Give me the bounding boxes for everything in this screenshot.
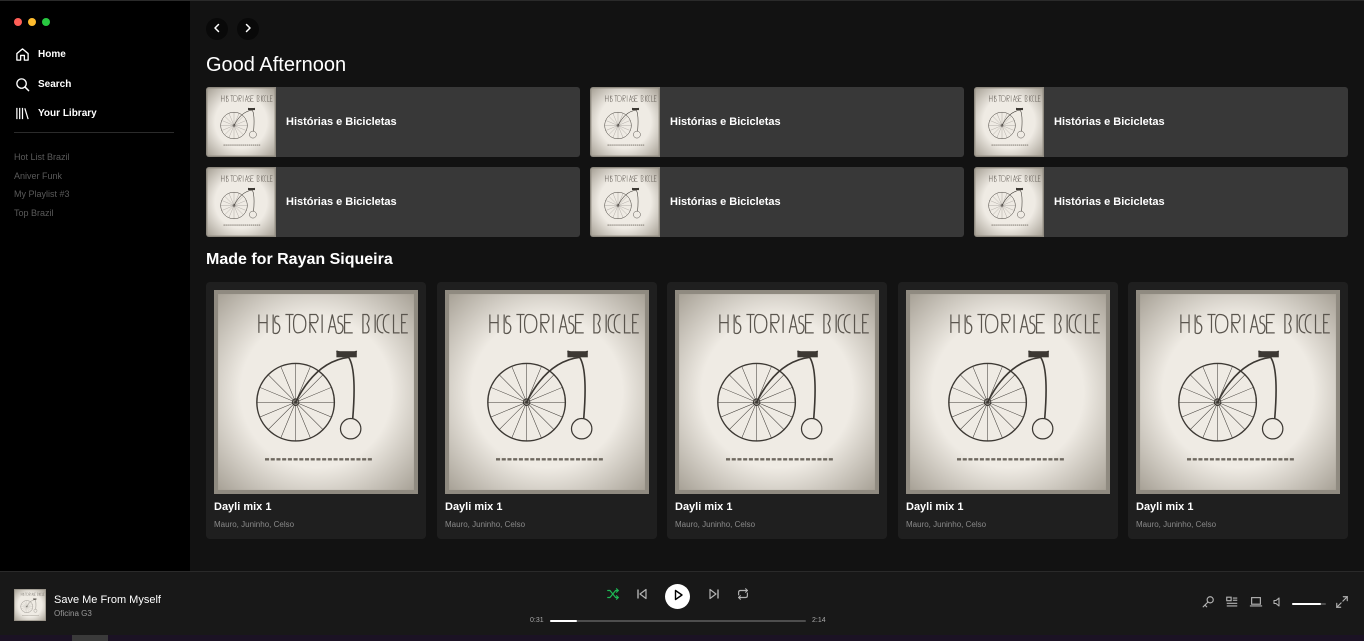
window-controls [14, 18, 50, 26]
album-cover [1136, 290, 1340, 494]
search-icon [14, 76, 30, 92]
repeat-icon [736, 587, 750, 606]
repeat-button[interactable] [734, 587, 752, 605]
sidebar-item-library[interactable]: Your Library [14, 99, 184, 129]
library-icon [14, 106, 30, 122]
back-button[interactable] [206, 18, 228, 40]
close-window-button[interactable] [14, 18, 22, 26]
album-cover [214, 290, 418, 494]
sidebar: Home Search Your Library Hot List Brazil… [0, 0, 190, 571]
sidebar-item-home[interactable]: Home [14, 40, 184, 70]
shortcut-title: Histórias e Bicicletas [670, 116, 781, 128]
main-content: Good Afternoon Histórias e Bicicletas Hi… [190, 0, 1364, 571]
next-icon [708, 587, 720, 605]
progress-fill [550, 620, 577, 622]
sidebar-item-label: Your Library [38, 108, 97, 120]
elapsed-time: 0:31 [530, 617, 544, 624]
section-title: Made for Rayan Siqueira [206, 251, 393, 268]
play-button[interactable] [665, 584, 690, 609]
sidebar-divider [14, 132, 174, 133]
player-bar: Save Me From Myself Oficina G3 0:31 2:14 [0, 571, 1364, 641]
playlist-list: Hot List Brazil Aniver Funk My Playlist … [14, 150, 70, 224]
page-title: Good Afternoon [206, 54, 347, 76]
album-cover [590, 167, 660, 237]
shortcut-card[interactable]: Histórias e Bicicletas [974, 167, 1348, 237]
sidebar-item-label: Home [38, 49, 66, 61]
shuffle-icon [606, 587, 620, 606]
queue-button[interactable] [1224, 596, 1240, 612]
shortcut-title: Histórias e Bicicletas [286, 196, 397, 208]
fullscreen-icon [1335, 595, 1349, 614]
sidebar-item-label: Search [38, 78, 72, 90]
playlist-item[interactable]: Hot List Brazil [14, 150, 70, 169]
home-icon [14, 47, 30, 63]
queue-icon [1225, 595, 1239, 614]
album-cover [445, 290, 649, 494]
taskbar-strip [0, 635, 1364, 641]
mix-card[interactable]: Dayli mix 1 Mauro, Juninho, Celso [898, 282, 1118, 539]
shortcut-card[interactable]: Histórias e Bicicletas [974, 87, 1348, 157]
card-subtitle: Mauro, Juninho, Celso [675, 520, 756, 529]
now-playing-artist[interactable]: Oficina G3 [54, 609, 92, 618]
shortcut-card[interactable]: Histórias e Bicicletas [590, 167, 964, 237]
minimize-window-button[interactable] [28, 18, 36, 26]
now-playing-cover[interactable] [14, 589, 46, 621]
playlist-item[interactable]: Top Brazil [14, 206, 70, 225]
album-cover [906, 290, 1110, 494]
device-icon [1249, 595, 1263, 614]
playlist-item[interactable]: Aniver Funk [14, 169, 70, 188]
mix-card[interactable]: Dayli mix 1 Mauro, Juninho, Celso [1128, 282, 1348, 539]
playlist-item[interactable]: My Playlist #3 [14, 187, 70, 206]
chevron-left-icon [212, 20, 222, 38]
sidebar-item-search[interactable]: Search [14, 70, 184, 100]
card-title: Dayli mix 1 [906, 501, 964, 513]
fullscreen-button[interactable] [1334, 595, 1350, 614]
album-cover [590, 87, 660, 157]
progress-bar[interactable] [550, 620, 806, 622]
card-subtitle: Mauro, Juninho, Celso [445, 520, 526, 529]
mix-card[interactable]: Dayli mix 1 Mauro, Juninho, Celso [667, 282, 887, 539]
connect-device-button[interactable] [1248, 596, 1264, 612]
album-cover [974, 167, 1044, 237]
play-icon [672, 588, 684, 606]
shuffle-button[interactable] [604, 587, 622, 605]
shortcut-title: Histórias e Bicicletas [286, 116, 397, 128]
previous-button[interactable] [633, 587, 651, 605]
next-button[interactable] [705, 587, 723, 605]
album-cover [206, 167, 276, 237]
card-subtitle: Mauro, Juninho, Celso [906, 520, 987, 529]
album-cover [206, 87, 276, 157]
app-window: Home Search Your Library Hot List Brazil… [0, 0, 1364, 641]
lyrics-button[interactable] [1200, 595, 1216, 614]
mix-card[interactable]: Dayli mix 1 Mauro, Juninho, Celso [206, 282, 426, 539]
shortcut-title: Histórias e Bicicletas [1054, 116, 1165, 128]
shortcut-title: Histórias e Bicicletas [670, 196, 781, 208]
forward-button[interactable] [237, 18, 259, 40]
microphone-icon [1201, 595, 1215, 614]
mute-button[interactable] [1270, 596, 1286, 612]
volume-fill [1292, 603, 1321, 605]
sidebar-nav: Home Search Your Library [14, 40, 184, 129]
maximize-window-button[interactable] [42, 18, 50, 26]
card-subtitle: Mauro, Juninho, Celso [1136, 520, 1217, 529]
chevron-right-icon [243, 20, 253, 38]
shortcut-card[interactable]: Histórias e Bicicletas [206, 87, 580, 157]
card-title: Dayli mix 1 [1136, 501, 1194, 513]
card-title: Dayli mix 1 [675, 501, 733, 513]
taskbar-item [72, 635, 108, 641]
shortcut-card[interactable]: Histórias e Bicicletas [590, 87, 964, 157]
volume-icon [1272, 595, 1284, 613]
now-playing-title[interactable]: Save Me From Myself [54, 594, 161, 606]
previous-icon [636, 587, 648, 605]
album-cover [675, 290, 879, 494]
shortcut-card[interactable]: Histórias e Bicicletas [206, 167, 580, 237]
card-subtitle: Mauro, Juninho, Celso [214, 520, 295, 529]
shortcut-title: Histórias e Bicicletas [1054, 196, 1165, 208]
mix-card[interactable]: Dayli mix 1 Mauro, Juninho, Celso [437, 282, 657, 539]
card-title: Dayli mix 1 [214, 501, 272, 513]
total-time: 2:14 [812, 617, 826, 624]
volume-slider[interactable] [1292, 603, 1326, 605]
album-cover [974, 87, 1044, 157]
card-title: Dayli mix 1 [445, 501, 503, 513]
